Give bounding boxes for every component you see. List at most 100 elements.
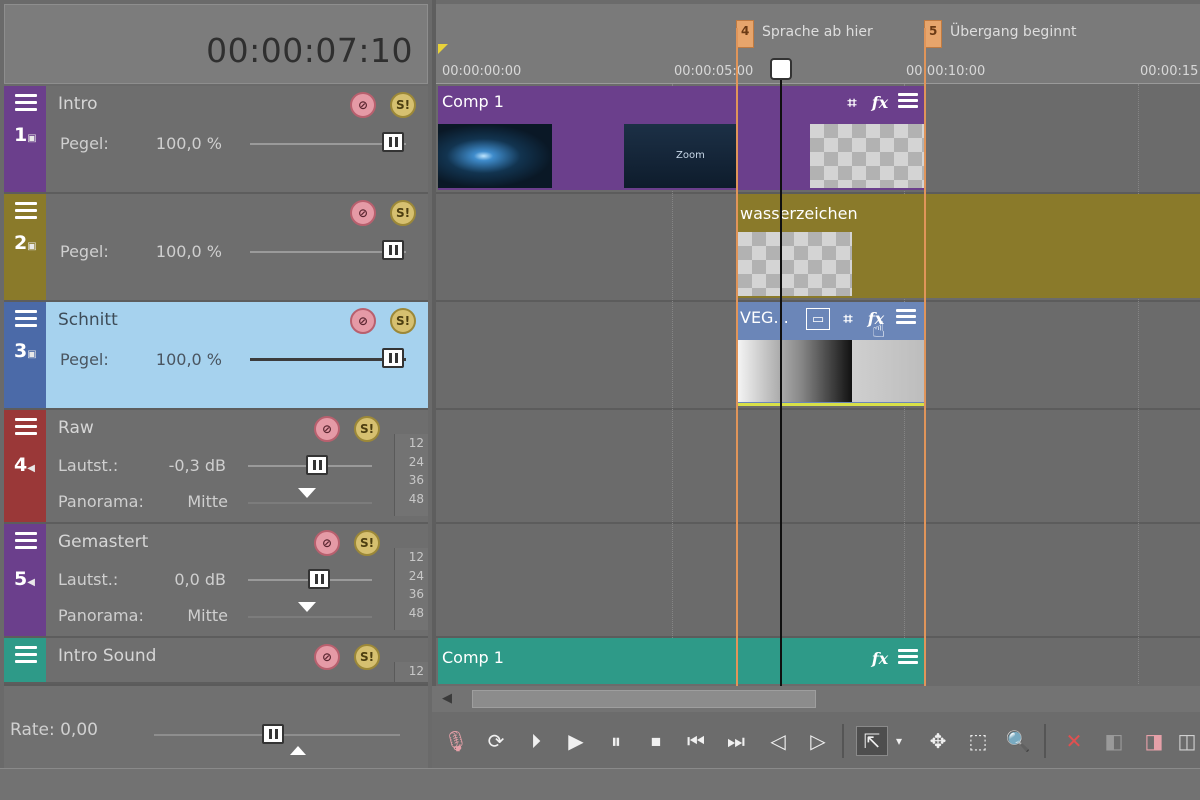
mute-icon[interactable]: ⊘ (350, 92, 376, 118)
normal-edit-tool-icon[interactable]: ⇱ (856, 726, 888, 756)
track-menu-icon[interactable] (15, 310, 37, 328)
track-header-1[interactable]: 1▣ Intro ⊘ S! Pegel: 100,0 % (4, 86, 428, 194)
fx-icon[interactable]: fx (868, 92, 892, 114)
track-number: 3▣ (14, 340, 37, 362)
mute-icon[interactable]: ⊘ (350, 200, 376, 226)
level-value[interactable]: 100,0 % (136, 134, 222, 153)
go-to-end-icon[interactable]: ⏭ (720, 726, 752, 756)
marker-flag-5[interactable]: 5 (924, 20, 943, 48)
track-menu-icon[interactable] (15, 418, 37, 436)
track-name[interactable]: Intro (58, 94, 97, 114)
mute-icon[interactable]: ⊘ (314, 644, 340, 670)
track-menu-icon[interactable] (15, 94, 37, 112)
pan-label: Panorama: (58, 606, 144, 625)
event-menu-icon[interactable] (894, 306, 918, 328)
mute-icon[interactable]: ⊘ (314, 416, 340, 442)
track-header-2[interactable]: 2▣ ⊘ S! Pegel: 100,0 % (4, 194, 428, 302)
track-name[interactable]: Gemastert (58, 532, 148, 552)
track-menu-icon[interactable] (15, 202, 37, 220)
horizontal-scrollbar[interactable]: ◀ (432, 686, 1200, 712)
track-name[interactable]: Raw (58, 418, 94, 438)
level-value[interactable]: 100,0 % (136, 242, 222, 261)
record-icon[interactable]: 🎙 (440, 726, 472, 756)
loop-marker-icon[interactable] (438, 44, 448, 54)
fx-icon[interactable]: fx (868, 648, 892, 670)
status-bar (0, 768, 1200, 800)
previous-frame-icon[interactable]: ◁ (762, 726, 794, 756)
track-name[interactable]: Schnitt (58, 310, 118, 330)
volume-slider-thumb[interactable] (306, 455, 328, 475)
track-name[interactable]: Intro Sound (58, 646, 156, 666)
event-menu-icon[interactable] (896, 90, 920, 112)
next-frame-icon[interactable]: ▷ (802, 726, 834, 756)
stop-icon[interactable]: ⏹ (640, 726, 672, 756)
track-menu-icon[interactable] (15, 646, 37, 664)
solo-button[interactable]: S! (390, 200, 416, 226)
play-icon[interactable]: ▶ (560, 726, 592, 756)
level-value[interactable]: 100,0 % (136, 350, 222, 369)
loop-playback-icon[interactable]: ⟳ (480, 726, 512, 756)
track-header-6[interactable]: Intro Sound ⊘ S! 12 (4, 638, 428, 684)
pan-marker-icon[interactable] (298, 602, 316, 612)
trim-icon[interactable]: ◧ (1098, 726, 1130, 756)
track-menu-icon[interactable] (15, 532, 37, 550)
level-slider-thumb[interactable] (382, 240, 404, 260)
media-fx-icon[interactable]: ▭ (806, 308, 830, 330)
volume-value[interactable]: -0,3 dB (144, 456, 226, 475)
timeline-area[interactable]: 4 Sprache ab hier 5 Übergang beginnt 00:… (432, 0, 1200, 686)
time-display[interactable]: 00:00:07:10 (206, 31, 413, 70)
level-slider-thumb[interactable] (382, 348, 404, 368)
thumbnail-flare (438, 124, 552, 188)
ruler-tick: 00:00:10:00 (906, 64, 986, 79)
track-header-5[interactable]: 5◀ Gemastert ⊘ S! Lautst.: 0,0 dB Panora… (4, 524, 428, 638)
playhead-line[interactable] (780, 60, 782, 686)
mute-icon[interactable]: ⊘ (350, 308, 376, 334)
pan-value[interactable]: Mitte (154, 492, 228, 511)
event-watermark[interactable]: wasserzeichen (736, 194, 1200, 298)
track-number: 1▣ (14, 124, 37, 146)
pan-slider-track[interactable] (248, 502, 372, 504)
event-veg[interactable]: VEG... ▭ ⌗ fx ☝ (736, 302, 926, 406)
scrollbar-thumb[interactable] (472, 690, 816, 708)
event-comp1-video[interactable]: Comp 1 Zoom ⌗ fx (438, 86, 926, 190)
event-menu-icon[interactable] (896, 646, 920, 668)
thumbnail-transparent (738, 232, 852, 296)
play-from-start-icon[interactable]: ⏵ (520, 726, 552, 756)
envelope-tool-icon[interactable]: ✥ (922, 726, 954, 756)
thumbnail-title: Zoom (624, 124, 738, 188)
event-title: wasserzeichen (740, 204, 858, 223)
trim-start-icon[interactable]: ◨ (1138, 726, 1170, 756)
track-header-4[interactable]: 4◀ Raw ⊘ S! Lautst.: -0,3 dB Panorama: M… (4, 410, 428, 524)
track-header-3[interactable]: 3▣ Schnitt ⊘ S! Pegel: 100,0 % (4, 302, 428, 410)
pan-marker-icon[interactable] (298, 488, 316, 498)
pause-icon[interactable]: ⏸ (600, 726, 632, 756)
volume-value[interactable]: 0,0 dB (144, 570, 226, 589)
go-to-start-icon[interactable]: ⏮ (680, 726, 712, 756)
playhead-handle[interactable] (770, 58, 792, 80)
volume-slider-thumb[interactable] (308, 569, 330, 589)
thumbnail-light (852, 340, 924, 402)
time-ruler[interactable]: 4 Sprache ab hier 5 Übergang beginnt 00:… (436, 4, 1200, 84)
trim-end-icon[interactable]: ◫ (1176, 726, 1198, 756)
crop-icon[interactable]: ⌗ (840, 92, 864, 114)
solo-button[interactable]: S! (354, 530, 380, 556)
volume-label: Lautst.: (58, 570, 119, 589)
tool-dropdown-icon[interactable]: ▾ (890, 726, 908, 756)
rate-slider-thumb[interactable] (262, 724, 284, 744)
delete-icon[interactable]: ✕ (1058, 726, 1090, 756)
level-slider-thumb[interactable] (382, 132, 404, 152)
solo-button[interactable]: S! (390, 92, 416, 118)
solo-button[interactable]: S! (390, 308, 416, 334)
zoom-tool-icon[interactable]: 🔍 (1002, 726, 1034, 756)
solo-button[interactable]: S! (354, 644, 380, 670)
event-comp1-audio[interactable]: Comp 1 fx (438, 638, 926, 684)
solo-button[interactable]: S! (354, 416, 380, 442)
mute-icon[interactable]: ⊘ (314, 530, 340, 556)
selection-tool-icon[interactable]: ⬚ (962, 726, 994, 756)
track-number: 5◀ (14, 568, 35, 590)
pan-slider-track[interactable] (248, 616, 372, 618)
crop-icon[interactable]: ⌗ (836, 308, 860, 330)
scroll-left-icon[interactable]: ◀ (442, 691, 452, 706)
pan-value[interactable]: Mitte (154, 606, 228, 625)
marker-flag-4[interactable]: 4 (736, 20, 755, 48)
